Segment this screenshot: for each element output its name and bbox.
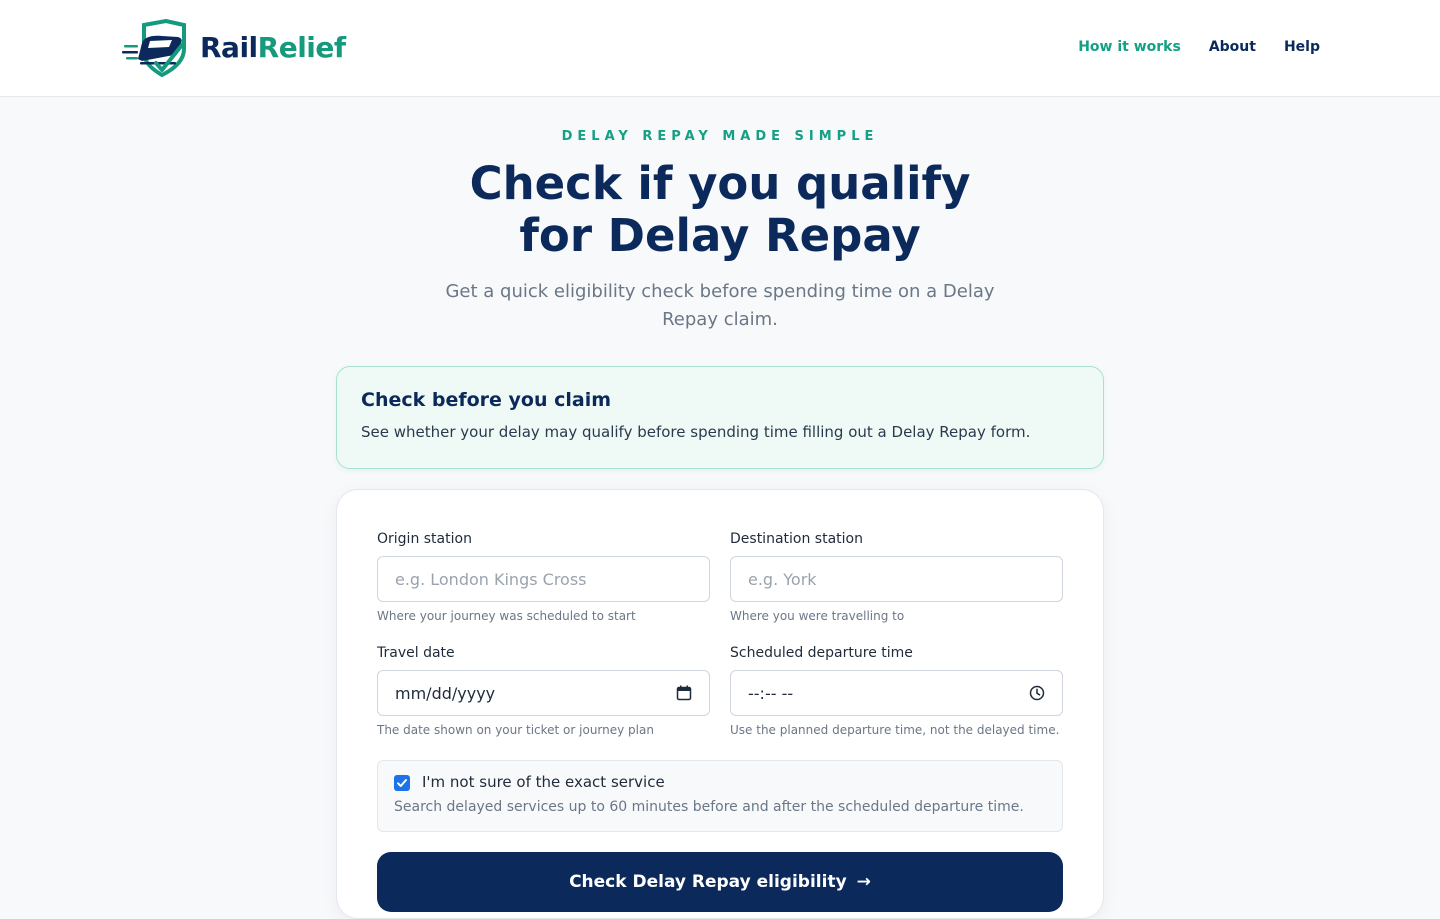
departure-time-field: Scheduled departure time --:-- -- Use th… xyxy=(730,645,1063,737)
info-card-text: See whether your delay may qualify befor… xyxy=(361,423,1031,441)
brand-name: RailRelief xyxy=(200,34,346,62)
nav-how-it-works[interactable]: How it works xyxy=(1078,39,1181,55)
origin-field: Origin station Where your journey was sc… xyxy=(377,531,710,623)
nav-help[interactable]: Help xyxy=(1284,39,1320,55)
departure-time-label: Scheduled departure time xyxy=(730,645,913,661)
unsure-service-row[interactable]: I'm not sure of the exact service xyxy=(394,773,1046,791)
main-nav: How it works About Help xyxy=(1078,39,1320,55)
eligibility-form: Origin station Where your journey was sc… xyxy=(336,489,1104,919)
page-title: Check if you qualify for Delay Repay xyxy=(420,158,1020,262)
info-card-title: Check before you claim xyxy=(361,389,612,411)
origin-label: Origin station xyxy=(377,531,472,547)
calendar-icon[interactable] xyxy=(676,685,692,701)
unsure-service-checkbox[interactable] xyxy=(394,775,410,791)
destination-input[interactable] xyxy=(730,556,1063,602)
travel-date-label: Travel date xyxy=(377,645,455,661)
travel-date-value: mm/dd/yyyy xyxy=(395,683,496,703)
hero-subtitle: Get a quick eligibility check before spe… xyxy=(445,281,995,330)
page-title-line1: Check if you qualify xyxy=(469,157,971,210)
check-eligibility-button[interactable]: Check Delay Repay eligibility → xyxy=(377,852,1063,912)
origin-input[interactable] xyxy=(377,556,710,602)
travel-date-input[interactable]: mm/dd/yyyy xyxy=(377,670,710,716)
nav-about[interactable]: About xyxy=(1209,39,1256,55)
brand-name-relief: Relief xyxy=(257,31,346,64)
page-title-line2: for Delay Repay xyxy=(519,209,921,262)
logo[interactable]: RailRelief xyxy=(122,18,346,78)
clock-icon[interactable] xyxy=(1029,685,1045,701)
travel-date-hint: The date shown on your ticket or journey… xyxy=(377,723,654,737)
unsure-service-panel: I'm not sure of the exact service Search… xyxy=(377,760,1063,832)
check-eligibility-label: Check Delay Repay eligibility xyxy=(569,872,847,892)
brand-name-rail: Rail xyxy=(200,31,258,64)
arrow-right-icon: → xyxy=(856,872,871,892)
departure-time-hint: Use the planned departure time, not the … xyxy=(730,723,1060,737)
departure-time-value: --:-- -- xyxy=(748,683,794,703)
unsure-service-hint: Search delayed services up to 60 minutes… xyxy=(394,799,1024,815)
railrelief-logo-icon xyxy=(122,19,186,77)
site-header: RailRelief How it works About Help xyxy=(0,0,1440,97)
travel-date-field: Travel date mm/dd/yyyy The date shown on… xyxy=(377,645,710,737)
destination-field: Destination station Where you were trave… xyxy=(730,531,1063,623)
info-card: Check before you claim See whether your … xyxy=(336,366,1104,469)
origin-hint: Where your journey was scheduled to star… xyxy=(377,609,636,623)
checkmark-icon xyxy=(397,779,407,787)
hero-eyebrow: DELAY REPAY MADE SIMPLE xyxy=(561,129,879,144)
unsure-service-label[interactable]: I'm not sure of the exact service xyxy=(422,773,665,791)
destination-hint: Where you were travelling to xyxy=(730,609,905,623)
destination-label: Destination station xyxy=(730,531,863,547)
departure-time-input[interactable]: --:-- -- xyxy=(730,670,1063,716)
